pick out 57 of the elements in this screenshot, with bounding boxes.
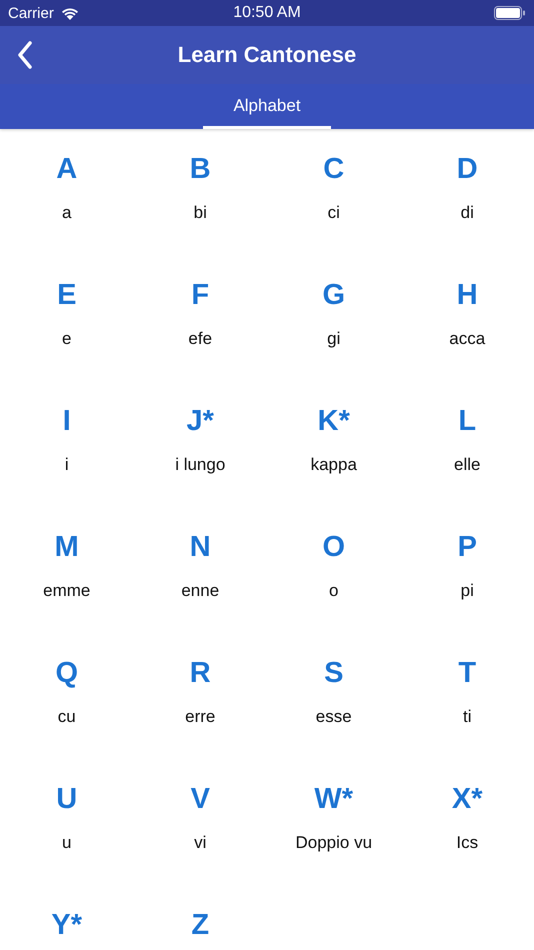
letter-name: pi xyxy=(460,581,474,601)
letter-name: e xyxy=(62,329,72,349)
letter[interactable]: V xyxy=(190,783,210,815)
letter[interactable]: L xyxy=(458,405,476,437)
letter[interactable]: A xyxy=(56,153,78,185)
letter[interactable]: K* xyxy=(318,405,350,437)
letter[interactable]: S xyxy=(324,657,344,689)
battery-icon xyxy=(494,6,526,20)
letter[interactable]: E xyxy=(57,279,76,311)
letter[interactable]: W* xyxy=(314,783,354,815)
letter[interactable]: F xyxy=(191,279,210,311)
letter-name: i xyxy=(64,455,69,475)
letter[interactable]: D xyxy=(456,153,478,185)
letter[interactable]: H xyxy=(456,279,478,311)
letter-name: kappa xyxy=(310,455,357,475)
letter-name: a xyxy=(62,203,72,223)
letter-name: enne xyxy=(181,581,220,601)
letter-name: i lungo xyxy=(175,455,226,475)
letter[interactable]: B xyxy=(190,153,211,185)
tab[interactable]: Alphabet xyxy=(203,84,331,129)
letter-name: efe xyxy=(188,329,212,349)
letter[interactable]: Q xyxy=(55,657,78,689)
letter[interactable]: G xyxy=(322,279,346,311)
letter-name: esse xyxy=(316,707,352,727)
letter-name: bi xyxy=(194,203,207,223)
letter[interactable]: Z xyxy=(191,909,210,941)
letter-name: erre xyxy=(185,707,216,727)
letter-name: ti xyxy=(463,707,472,727)
letter[interactable]: X* xyxy=(452,783,483,815)
letter-name: Doppio vu xyxy=(295,833,372,853)
letter-name: ci xyxy=(328,203,340,223)
letter[interactable]: U xyxy=(56,783,78,815)
letter-name: cu xyxy=(58,707,76,727)
letter-name: u xyxy=(62,833,72,853)
letter[interactable]: P xyxy=(458,531,477,563)
wifi-icon xyxy=(60,6,80,20)
letter-name: acca xyxy=(449,329,486,349)
letter-name: gi xyxy=(327,329,340,349)
letter-name: o xyxy=(329,581,338,601)
back-icon[interactable] xyxy=(17,41,33,69)
letter[interactable]: N xyxy=(190,531,211,563)
letter[interactable]: O xyxy=(322,531,346,563)
letter[interactable]: I xyxy=(62,405,71,437)
letter[interactable]: R xyxy=(190,657,211,689)
letter-name: elle xyxy=(454,455,480,475)
letter-name: Ics xyxy=(456,833,478,853)
letter[interactable]: J* xyxy=(186,405,214,437)
letter-name: emme xyxy=(43,581,90,601)
screen-title: Learn Cantonese xyxy=(178,42,356,68)
letter[interactable]: T xyxy=(458,657,476,689)
status-time: 10:50 AM xyxy=(233,4,301,22)
letter-name: vi xyxy=(194,833,206,853)
letter[interactable]: Y* xyxy=(51,909,82,941)
carrier-label: Carrier xyxy=(8,4,54,22)
letter-name: di xyxy=(460,203,474,223)
letter[interactable]: C xyxy=(323,153,344,185)
letter[interactable]: M xyxy=(54,531,79,563)
